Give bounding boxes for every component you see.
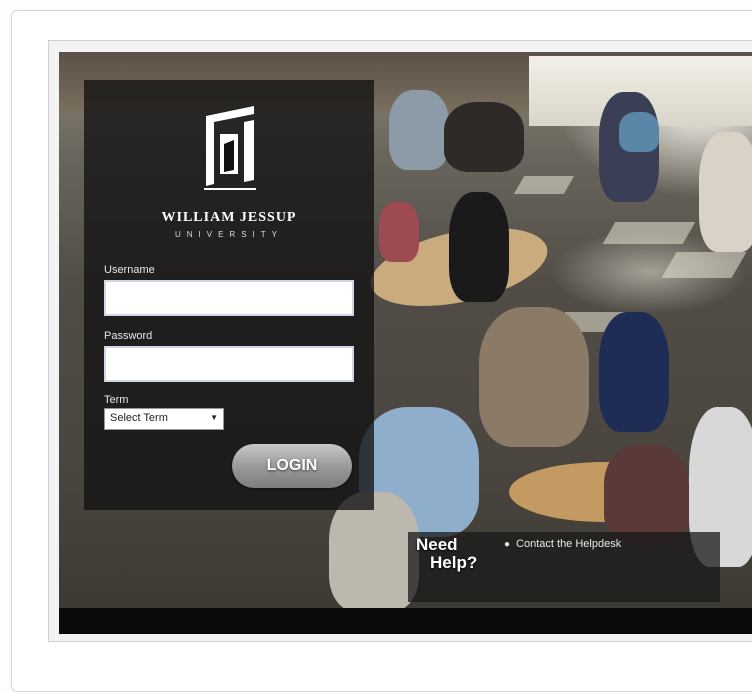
helpdesk-link[interactable]: ● Contact the Helpdesk — [504, 538, 621, 550]
university-name: WILLIAM JESSUP — [161, 210, 297, 225]
username-input[interactable] — [104, 280, 354, 316]
term-label: Term — [104, 394, 129, 406]
university-subtitle: UNIVERSITY — [174, 230, 283, 239]
term-select-value: Select Term — [110, 412, 168, 424]
need-help-line2: Help? — [430, 553, 478, 572]
term-select[interactable]: Select Term ▼ — [104, 408, 224, 430]
help-bar: Need Help? ● Contact the Helpdesk — [408, 532, 720, 602]
login-button[interactable]: LOGIN — [232, 444, 352, 488]
bullet-icon: ● — [504, 539, 511, 550]
password-input[interactable] — [104, 346, 354, 382]
university-logo — [204, 106, 256, 190]
need-help-title: Need Help? — [416, 536, 486, 572]
dropdown-arrow-icon: ▼ — [210, 413, 218, 422]
username-label: Username — [104, 264, 155, 276]
login-panel: WILLIAM JESSUP UNIVERSITY Username Passw… — [84, 80, 374, 510]
helpdesk-link-text: Contact the Helpdesk — [516, 538, 622, 550]
password-label: Password — [104, 330, 153, 342]
need-help-line1: Need — [416, 535, 458, 554]
